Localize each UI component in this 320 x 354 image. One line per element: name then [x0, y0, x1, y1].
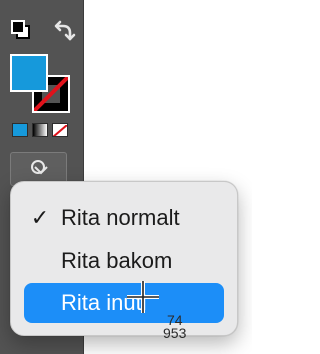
color-mode-row [12, 123, 72, 137]
menu-item-label: Rita bakom [61, 248, 173, 273]
cursor-coordinate-readout: 74 953 [163, 313, 187, 341]
menu-item-label: Rita normalt [61, 205, 180, 230]
none-mode-button[interactable] [52, 123, 68, 137]
default-colors-icon[interactable] [9, 18, 33, 42]
fill-color-swatch[interactable] [10, 54, 48, 92]
cursor-readout-line-2: 953 [163, 325, 187, 341]
menu-item-rita-bakom[interactable]: Rita bakom [24, 241, 224, 281]
menu-item-rita-inuti[interactable]: Rita inuti [24, 283, 224, 323]
color-mode-button[interactable] [12, 123, 28, 137]
checkmark-icon: ✓ [30, 205, 50, 230]
menu-item-rita-normalt[interactable]: ✓ Rita normalt [24, 198, 224, 238]
gradient-mode-button[interactable] [32, 123, 48, 137]
app-stage: ✓ Rita normalt Rita bakom Rita inuti 74 … [0, 0, 252, 354]
draw-mode-menu: ✓ Rita normalt Rita bakom Rita inuti [10, 181, 238, 336]
swap-colors-icon[interactable] [52, 18, 76, 42]
crosshair-cursor-icon [126, 280, 160, 314]
